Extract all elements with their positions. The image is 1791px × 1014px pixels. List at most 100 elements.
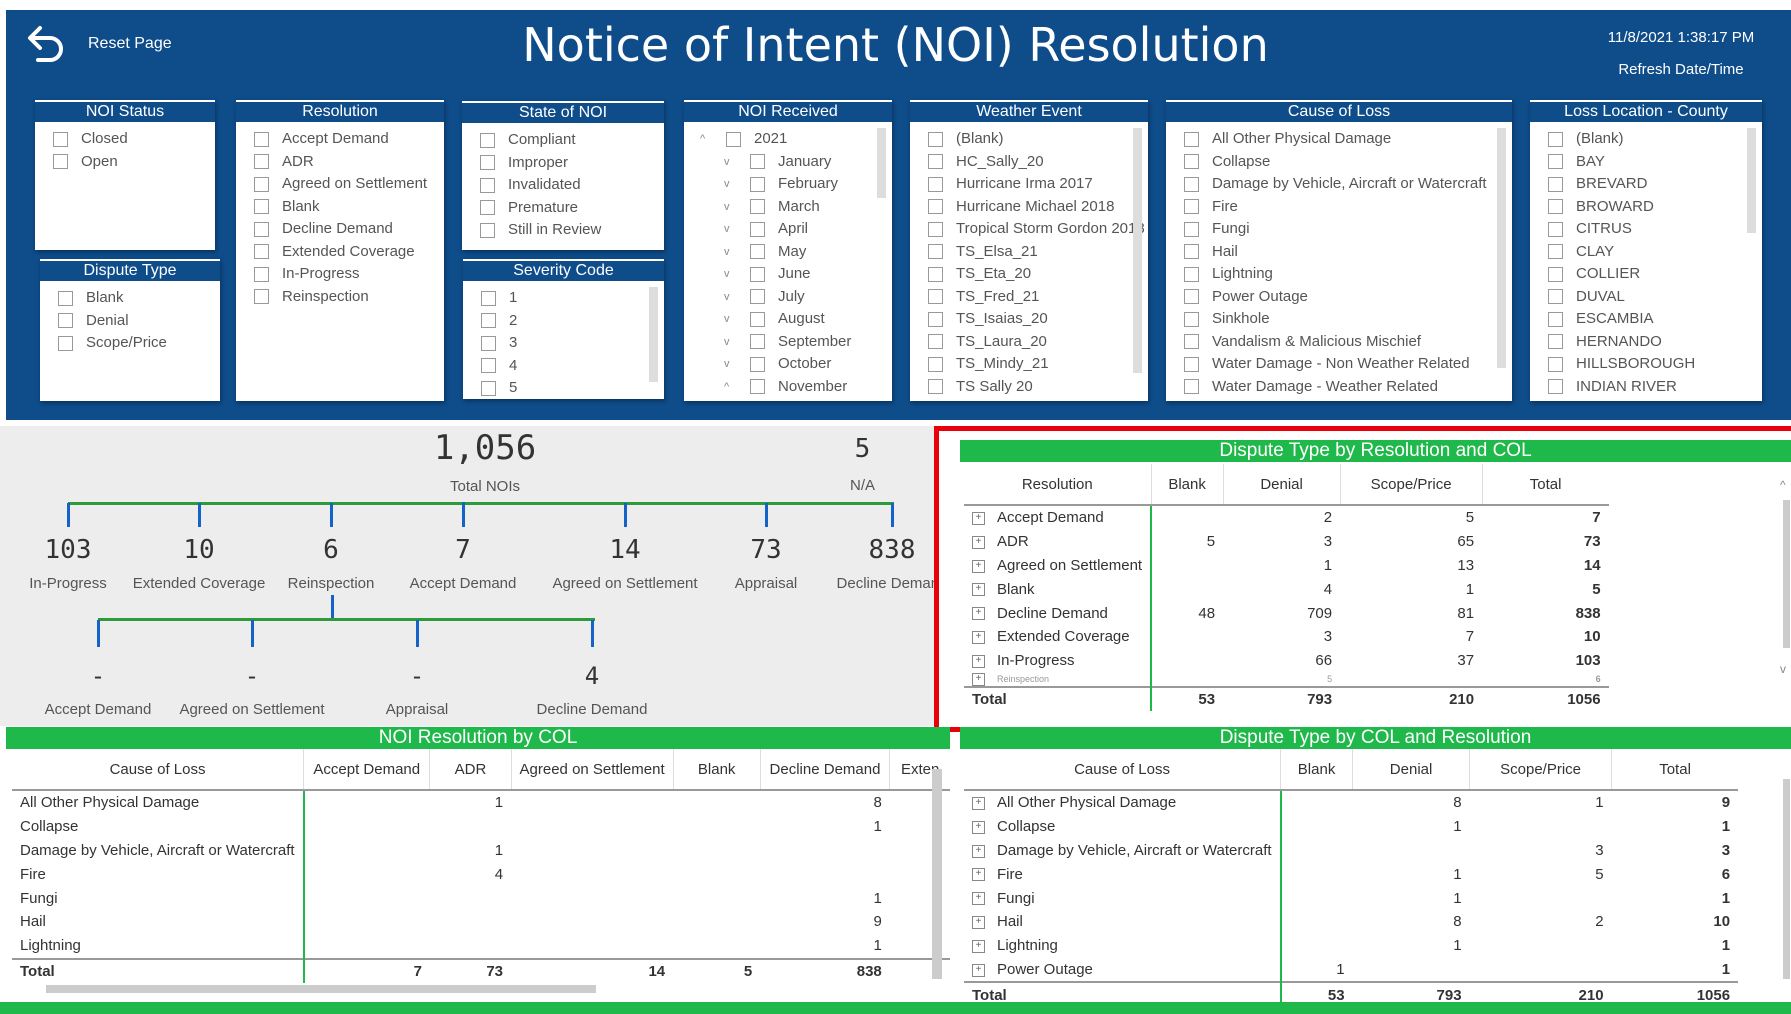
column-header[interactable]: Decline Demand	[759, 749, 890, 791]
column-header[interactable]: Blank	[1150, 464, 1224, 506]
scroll-down-icon[interactable]: v	[1780, 662, 1786, 676]
scrollbar[interactable]	[649, 287, 658, 382]
table-row[interactable]: + Fungi 1 1	[964, 886, 1738, 910]
table-row[interactable]: Damage by Vehicle, Aircraft or Watercraf…	[12, 838, 950, 863]
total-row[interactable]: Total 53 793 210 1056	[964, 685, 1609, 712]
table-row[interactable]: + Collapse 1 1	[964, 814, 1738, 839]
checkbox[interactable]	[254, 289, 269, 305]
scroll-up-icon[interactable]: ^	[1780, 478, 1786, 492]
checkbox[interactable]	[726, 131, 741, 147]
table-row[interactable]: Fire 4	[12, 862, 950, 887]
slicer-option[interactable]: CITRUS	[1548, 218, 1762, 241]
total-row[interactable]: Total 7 73 14 5 838	[12, 957, 950, 984]
checkbox[interactable]	[1184, 131, 1199, 147]
total-row[interactable]: Total 53 793 210 1056	[964, 981, 1739, 1002]
checkbox[interactable]	[481, 335, 496, 351]
chevron-down-icon[interactable]: v	[724, 286, 750, 309]
expand-icon[interactable]: +	[972, 868, 985, 882]
slicer-option[interactable]: TS_Mindy_21	[928, 353, 1148, 376]
scrollbar[interactable]	[1133, 128, 1142, 373]
slicer-option[interactable]: Sinkhole	[1184, 308, 1512, 331]
slicer-option[interactable]: ESCAMBIA	[1548, 308, 1762, 331]
column-header[interactable]: ADR	[429, 749, 512, 791]
table-row[interactable]: Lightning 1	[12, 933, 950, 959]
slicer-option[interactable]: Accept Demand	[254, 128, 444, 151]
expand-icon[interactable]: +	[972, 559, 985, 573]
checkbox[interactable]	[254, 176, 269, 192]
slicer-year-option[interactable]: ^ 2021	[700, 128, 892, 151]
slicer-option[interactable]: BREVARD	[1548, 173, 1762, 196]
checkbox[interactable]	[480, 155, 495, 171]
checkbox[interactable]	[1548, 221, 1563, 237]
chevron-down-icon[interactable]: v	[724, 308, 750, 331]
checkbox[interactable]	[1548, 176, 1563, 192]
checkbox[interactable]	[928, 199, 943, 215]
expand-icon[interactable]: +	[972, 963, 985, 977]
checkbox[interactable]	[750, 266, 765, 282]
expand-icon[interactable]: +	[972, 583, 985, 597]
checkbox[interactable]	[750, 379, 765, 395]
table-row[interactable]: + Hail 8 2 10	[964, 909, 1738, 934]
checkbox[interactable]	[58, 335, 73, 351]
table-row[interactable]: + In-Progress 66 37 103	[964, 648, 1609, 673]
table-row[interactable]: All Other Physical Damage 1 8	[12, 790, 950, 815]
slicer-option[interactable]: In-Progress	[254, 263, 444, 286]
expand-icon[interactable]: +	[972, 915, 985, 929]
checkbox[interactable]	[1184, 244, 1199, 260]
slicer-option[interactable]: Hurricane Michael 2018	[928, 196, 1148, 219]
slicer-option[interactable]: Fire	[1184, 196, 1512, 219]
checkbox[interactable]	[1184, 176, 1199, 192]
table-row[interactable]: + Damage by Vehicle, Aircraft or Watercra…	[964, 838, 1738, 863]
column-header[interactable]: Total	[1481, 464, 1609, 506]
expand-icon[interactable]: +	[972, 630, 985, 644]
checkbox[interactable]	[1184, 311, 1199, 327]
slicer-option[interactable]: (Blank)	[1548, 128, 1762, 151]
checkbox[interactable]	[480, 200, 495, 216]
scrollbar[interactable]	[932, 769, 942, 979]
checkbox[interactable]	[1548, 311, 1563, 327]
checkbox[interactable]	[928, 244, 943, 260]
scrollbar[interactable]	[1783, 779, 1790, 979]
slicer-option[interactable]: 4	[481, 355, 664, 378]
slicer-option[interactable]: TS_Fred_21	[928, 286, 1148, 309]
column-header[interactable]: Denial	[1222, 464, 1341, 506]
checkbox[interactable]	[1548, 379, 1563, 395]
checkbox[interactable]	[254, 199, 269, 215]
checkbox[interactable]	[1184, 199, 1199, 215]
slicer-option[interactable]: 2	[481, 310, 664, 333]
slicer-month-option[interactable]: v April	[700, 218, 892, 241]
column-header[interactable]: Blank	[672, 749, 761, 791]
expand-icon[interactable]: +	[972, 535, 985, 549]
slicer-option[interactable]: Tropical Storm Gordon 2018	[928, 218, 1148, 241]
checkbox[interactable]	[480, 132, 495, 148]
checkbox[interactable]	[928, 379, 943, 395]
checkbox[interactable]	[750, 221, 765, 237]
table-row[interactable]: + All Other Physical Damage 8 1 9	[964, 790, 1738, 815]
slicer-option[interactable]: 5	[481, 377, 664, 399]
checkbox[interactable]	[1184, 356, 1199, 372]
expand-icon[interactable]: +	[972, 607, 985, 621]
slicer-option[interactable]: Closed	[53, 128, 215, 151]
horizontal-scrollbar[interactable]	[46, 985, 596, 993]
checkbox[interactable]	[254, 244, 269, 260]
slicer-option[interactable]: Reinspection	[254, 286, 444, 309]
table-row[interactable]: + Blank 4 1 5	[964, 577, 1609, 602]
slicer-month-option[interactable]: v June	[700, 263, 892, 286]
column-header[interactable]: Scope/Price	[1339, 464, 1483, 506]
slicer-month-option[interactable]: v October	[700, 353, 892, 376]
scrollbar[interactable]	[1747, 128, 1756, 233]
expand-icon[interactable]: +	[972, 672, 985, 686]
column-header[interactable]: Denial	[1352, 749, 1470, 791]
checkbox[interactable]	[1548, 199, 1563, 215]
slicer-option[interactable]: HILLSBOROUGH	[1548, 353, 1762, 376]
slicer-option[interactable]: Improper	[480, 152, 664, 175]
checkbox[interactable]	[58, 290, 73, 306]
column-header[interactable]: Total	[1611, 749, 1739, 791]
slicer-option[interactable]: Denial	[58, 310, 220, 333]
slicer-option[interactable]: TS_Elsa_21	[928, 241, 1148, 264]
slicer-month-option[interactable]: ^ November	[700, 376, 892, 399]
slicer-option[interactable]: Blank	[58, 287, 220, 310]
checkbox[interactable]	[481, 313, 496, 329]
checkbox[interactable]	[480, 177, 495, 193]
expand-icon[interactable]: +	[972, 511, 985, 525]
